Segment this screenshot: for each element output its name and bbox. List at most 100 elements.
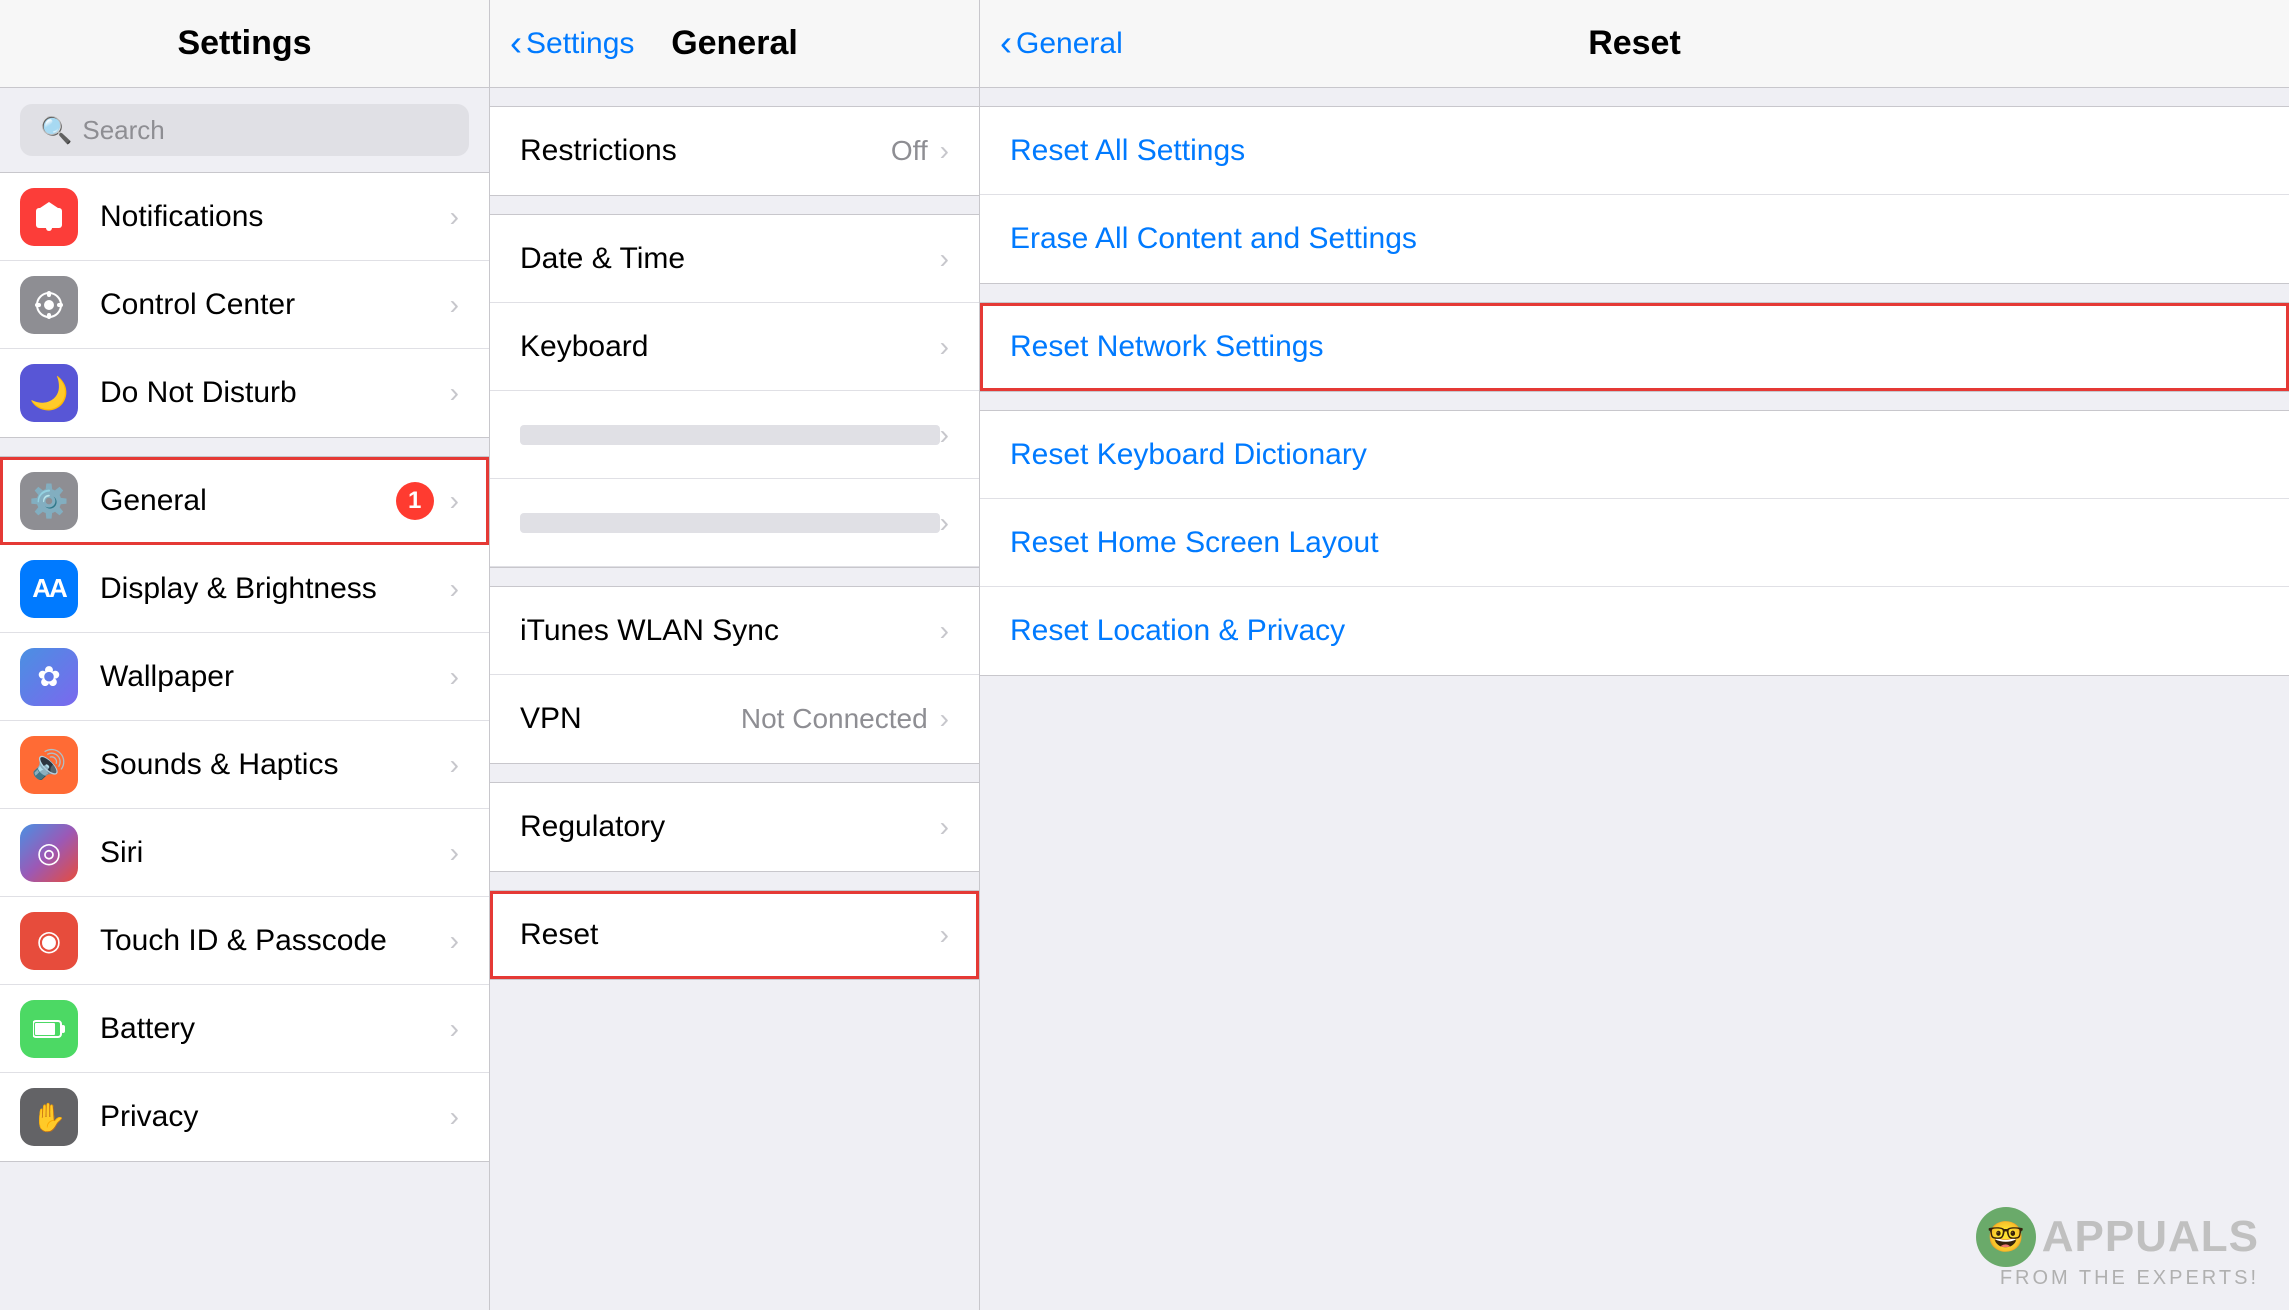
middle-item-reset[interactable]: Reset › [490,891,979,979]
wallpaper-icon: ✿ [20,648,78,706]
right-panel-title: Reset [1588,24,1681,63]
touch-id-icon: ◉ [20,912,78,970]
general-label: General [100,484,396,518]
right-nav-bar: ‹ General Reset [980,0,2289,88]
middle-panel: ‹ Settings General Restrictions Off › Da… [490,0,980,1310]
sidebar-item-notifications[interactable]: Notifications › [0,173,489,261]
date-time-chevron: › [940,243,949,275]
middle-scroll-area: Restrictions Off › Date & Time › Keyboar… [490,88,979,1310]
keyboard-chevron: › [940,331,949,363]
battery-icon [20,1000,78,1058]
reset-chevron: › [940,919,949,951]
sidebar-item-general[interactable]: ⚙️ General 1 › [0,457,489,545]
left-group-2: ⚙️ General 1 › AA Display & Brightness ›… [0,456,489,1162]
sidebar-item-control-center[interactable]: Control Center › [0,261,489,349]
watermark-subtitle: FROM THE EXPERTS! [2000,1267,2259,1290]
right-group-2: Reset Network Settings [980,302,2289,392]
sidebar-item-privacy[interactable]: ✋ Privacy › [0,1073,489,1161]
middle-item-vpn[interactable]: VPN Not Connected › [490,675,979,763]
middle-panel-title: General [671,24,798,63]
right-item-reset-location[interactable]: Reset Location & Privacy [980,587,2289,675]
middle-back-chevron: ‹ [510,25,522,61]
restrictions-label: Restrictions [520,134,891,168]
right-item-reset-keyboard[interactable]: Reset Keyboard Dictionary [980,411,2289,499]
erase-all-label: Erase All Content and Settings [1010,222,2259,256]
sidebar-item-wallpaper[interactable]: ✿ Wallpaper › [0,633,489,721]
blurred-chevron-2: › [940,507,949,539]
right-scroll-area: Reset All Settings Erase All Content and… [980,88,2289,1310]
date-time-label: Date & Time [520,242,940,276]
search-icon: 🔍 [40,115,72,146]
notifications-chevron: › [450,201,459,233]
vpn-chevron: › [940,703,949,735]
middle-item-blurred-2[interactable]: › [490,479,979,567]
itunes-label: iTunes WLAN Sync [520,614,940,648]
right-item-reset-network[interactable]: Reset Network Settings [980,303,2289,391]
vpn-label: VPN [520,702,741,736]
search-placeholder: Search [82,115,164,146]
reset-keyboard-label: Reset Keyboard Dictionary [1010,438,2259,472]
middle-item-keyboard[interactable]: Keyboard › [490,303,979,391]
right-group-1: Reset All Settings Erase All Content and… [980,106,2289,284]
reset-label: Reset [520,918,940,952]
battery-label: Battery [100,1012,450,1046]
sidebar-item-sounds-haptics[interactable]: 🔊 Sounds & Haptics › [0,721,489,809]
do-not-disturb-chevron: › [450,377,459,409]
middle-group-5: Reset › [490,890,979,980]
privacy-chevron: › [450,1101,459,1133]
general-chevron: › [450,485,459,517]
watermark-logo: APPUALS [2042,1212,2259,1262]
blurred-label-2 [520,513,940,533]
regulatory-chevron: › [940,811,949,843]
sounds-haptics-label: Sounds & Haptics [100,748,450,782]
blurred-chevron-1: › [940,419,949,451]
regulatory-label: Regulatory [520,810,940,844]
sidebar-item-touch-id[interactable]: ◉ Touch ID & Passcode › [0,897,489,985]
wallpaper-label: Wallpaper [100,660,450,694]
sidebar-item-display-brightness[interactable]: AA Display & Brightness › [0,545,489,633]
itunes-chevron: › [940,615,949,647]
keyboard-label: Keyboard [520,330,940,364]
right-panel: ‹ General Reset Reset All Settings Erase… [980,0,2289,1310]
sidebar-item-battery[interactable]: Battery › [0,985,489,1073]
right-back-label: General [1016,27,1123,61]
privacy-icon: ✋ [20,1088,78,1146]
middle-nav-bar: ‹ Settings General [490,0,979,88]
reset-network-label: Reset Network Settings [1010,330,2259,364]
right-item-reset-home-screen[interactable]: Reset Home Screen Layout [980,499,2289,587]
display-brightness-icon: AA [20,560,78,618]
restrictions-value: Off [891,135,928,167]
middle-item-date-time[interactable]: Date & Time › [490,215,979,303]
right-group-3: Reset Keyboard Dictionary Reset Home Scr… [980,410,2289,676]
do-not-disturb-icon: 🌙 [20,364,78,422]
middle-back-button[interactable]: ‹ Settings [510,27,634,61]
right-back-button[interactable]: ‹ General [1000,27,1123,61]
siri-icon: ◎ [20,824,78,882]
display-brightness-label: Display & Brightness [100,572,450,606]
touch-id-label: Touch ID & Passcode [100,924,450,958]
right-item-erase-all[interactable]: Erase All Content and Settings [980,195,2289,283]
sidebar-item-do-not-disturb[interactable]: 🌙 Do Not Disturb › [0,349,489,437]
display-brightness-chevron: › [450,573,459,605]
sidebar-item-siri[interactable]: ◎ Siri › [0,809,489,897]
middle-group-2: Date & Time › Keyboard › › › [490,214,979,568]
notifications-icon [20,188,78,246]
search-bar[interactable]: 🔍 Search [20,104,469,156]
general-icon: ⚙️ [20,472,78,530]
privacy-label: Privacy [100,1100,450,1134]
middle-item-restrictions[interactable]: Restrictions Off › [490,107,979,195]
right-item-reset-all[interactable]: Reset All Settings [980,107,2289,195]
middle-item-itunes[interactable]: iTunes WLAN Sync › [490,587,979,675]
siri-label: Siri [100,836,450,870]
middle-back-label: Settings [526,27,634,61]
do-not-disturb-label: Do Not Disturb [100,376,450,410]
middle-item-blurred-1[interactable]: › [490,391,979,479]
search-container: 🔍 Search [0,88,489,172]
sounds-haptics-chevron: › [450,749,459,781]
control-center-icon [20,276,78,334]
siri-chevron: › [450,837,459,869]
notifications-label: Notifications [100,200,450,234]
left-nav-bar: Settings [0,0,489,88]
middle-item-regulatory[interactable]: Regulatory › [490,783,979,871]
reset-location-label: Reset Location & Privacy [1010,614,2259,648]
